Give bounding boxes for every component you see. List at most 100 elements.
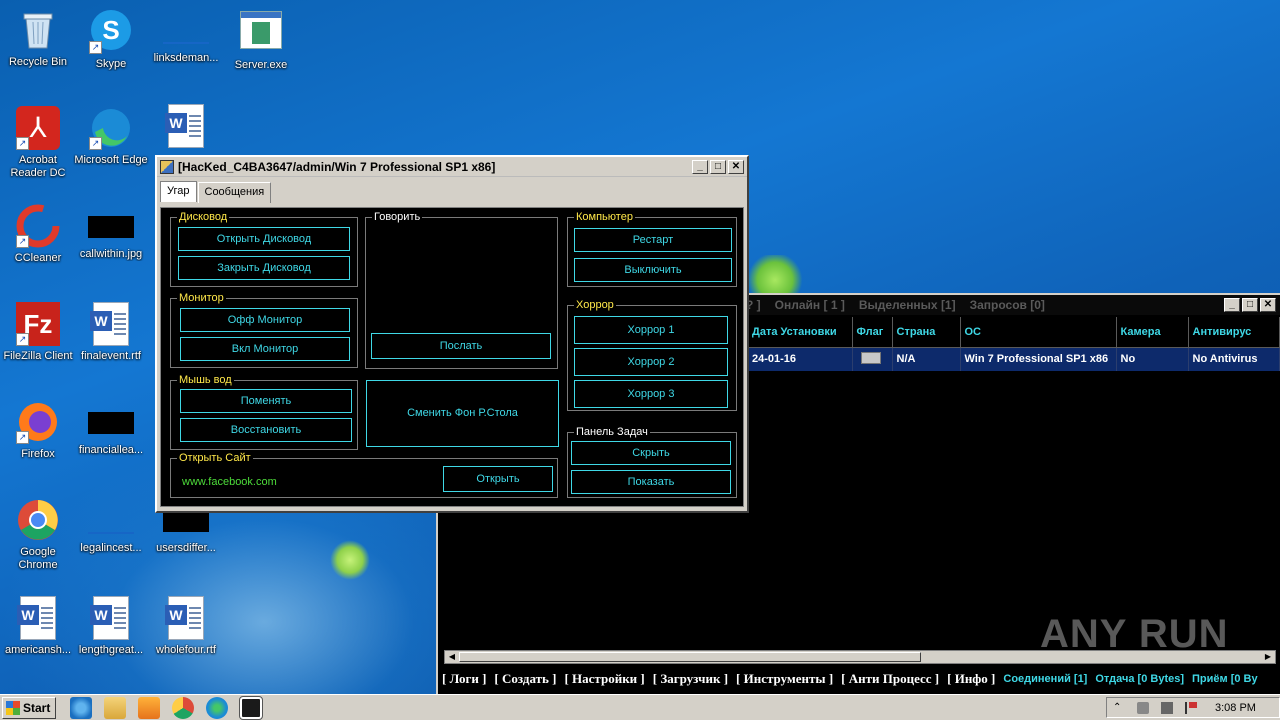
cell-antivirus: No Antivirus — [1188, 347, 1280, 371]
minimize-button[interactable]: _ — [692, 159, 708, 174]
column-header-flag[interactable]: Флаг — [852, 317, 893, 348]
menu-settings[interactable]: [ Настройки ] — [564, 671, 644, 687]
desktop-icon-filezilla[interactable]: Fz ↗ FileZilla Client — [0, 302, 76, 363]
monitor-on-button[interactable]: Вкл Монитор — [180, 337, 350, 361]
menu-logs[interactable]: [ Логи ] — [442, 671, 486, 687]
group-speak: Говорить Послать — [365, 210, 558, 369]
file-thumbnail — [163, 42, 209, 44]
redacted-thumbnail — [163, 510, 209, 532]
open-site-button[interactable]: Открыть — [443, 466, 553, 492]
menu-create[interactable]: [ Создать ] — [494, 671, 556, 687]
column-header-country[interactable]: Страна — [892, 317, 961, 348]
firefox-icon: ↗ — [16, 400, 60, 444]
send-speech-button[interactable]: Послать — [371, 333, 551, 359]
scroll-right-icon[interactable]: ▶ — [1261, 651, 1275, 663]
menu-tools[interactable]: [ Инструменты ] — [736, 671, 833, 687]
group-computer: Компьютер Рестарт Выключить — [567, 210, 737, 287]
njrat-taskbar-icon[interactable] — [239, 695, 263, 720]
network-icon[interactable] — [1161, 701, 1173, 714]
hide-taskbar-button[interactable]: Скрыть — [571, 441, 731, 465]
tab-ugar[interactable]: Угар — [160, 181, 197, 202]
recycle-bin-icon — [16, 8, 60, 52]
windows-logo-icon — [6, 700, 20, 715]
shutdown-button[interactable]: Выключить — [574, 258, 732, 282]
desktop-icon-callwithin[interactable]: callwithin.jpg — [73, 204, 149, 261]
close-button[interactable]: ✕ — [1260, 298, 1276, 312]
column-header-camera[interactable]: Камера — [1116, 317, 1189, 348]
desktop-icon-lengthgreat[interactable]: W lengthgreat... — [73, 596, 149, 657]
menu-info[interactable]: [ Инфо ] — [947, 671, 995, 687]
desktop-icon-skype[interactable]: S ↗ Skype — [73, 8, 149, 71]
edge-taskbar-icon[interactable] — [206, 696, 228, 719]
column-header-os[interactable]: ОС — [960, 317, 1117, 348]
desktop-icon-chrome[interactable]: Google Chrome — [0, 498, 76, 572]
desktop-icon-recycle-bin[interactable]: Recycle Bin — [0, 8, 76, 69]
column-header-install-date[interactable]: Дата Установки — [748, 317, 853, 348]
cell-os: Win 7 Professional SP1 x86 — [960, 347, 1117, 371]
show-taskbar-button[interactable]: Показать — [571, 470, 731, 494]
media-player-icon[interactable] — [138, 696, 160, 719]
cell-flag — [852, 347, 893, 371]
desktop-icon-americansh[interactable]: W americansh... — [0, 596, 76, 657]
open-drive-button[interactable]: Открыть Дисковод — [178, 227, 350, 251]
chrome-taskbar-icon[interactable] — [172, 696, 194, 719]
menu-loader[interactable]: [ Загрузчик ] — [653, 671, 728, 687]
edge-icon: ↗ — [89, 106, 133, 150]
desktop-icon-edge[interactable]: ↗ Microsoft Edge — [73, 106, 149, 167]
system-tray: ⌃ 3:08 PM — [1106, 697, 1280, 718]
show-hidden-icons-icon[interactable]: ⌃ — [1113, 702, 1125, 714]
maximize-button[interactable]: □ — [710, 159, 726, 174]
cell-country: N/A — [892, 347, 961, 371]
group-taskbar: Панель Задач Скрыть Показать — [567, 425, 737, 498]
scroll-left-icon[interactable]: ◀ — [445, 651, 459, 663]
restart-button[interactable]: Рестарт — [574, 228, 732, 252]
download-count: Приём [0 By — [1192, 673, 1258, 685]
group-open-site: Открыть Сайт www.facebook.com Открыть — [170, 451, 558, 498]
chrome-icon — [16, 498, 60, 542]
start-button[interactable]: Start — [2, 696, 56, 719]
desktop-icon-linksdeman[interactable]: linksdeman... — [148, 8, 224, 65]
horror-2-button[interactable]: Хоррор 2 — [574, 348, 728, 376]
window-titlebar[interactable]: [HacKed_C4BA3647/admin/Win 7 Professiona… — [157, 157, 747, 177]
control-window: [HacKed_C4BA3647/admin/Win 7 Professiona… — [155, 155, 749, 513]
desktop-icon-ccleaner[interactable]: ↗ CCleaner — [0, 204, 76, 265]
app-icon — [160, 159, 174, 174]
desktop-icon-legalincest[interactable]: legalincest... — [73, 498, 149, 555]
desktop-icon-wholefour[interactable]: W wholefour.rtf — [148, 596, 224, 657]
clock[interactable]: 3:08 PM — [1215, 702, 1256, 714]
unknown-flag-icon — [860, 351, 881, 364]
scroll-thumb[interactable] — [459, 652, 921, 662]
desktop-icon-word-doc[interactable]: W — [148, 104, 224, 152]
change-wallpaper-button[interactable]: Сменить Фон Р.Стола — [366, 380, 559, 447]
executable-icon — [239, 11, 283, 55]
table-row[interactable]: 24-01-16 N/A Win 7 Professional SP1 x86 … — [748, 347, 1280, 371]
connections-count: Соединений [1] — [1003, 673, 1088, 685]
desktop-icon-firefox[interactable]: ↗ Firefox — [0, 400, 76, 461]
file-thumbnail — [88, 532, 134, 534]
requests-count: Запросов [0] — [969, 298, 1045, 312]
desktop-icon-acrobat[interactable]: ⅄ ↗ Acrobat Reader DC — [0, 106, 76, 180]
column-header-antivirus[interactable]: Антивирус — [1188, 317, 1280, 348]
desktop-icon-finalevent[interactable]: W finalevent.rtf — [73, 302, 149, 363]
restore-mouse-button[interactable]: Восстановить — [180, 418, 352, 442]
close-button[interactable]: ✕ — [728, 159, 744, 174]
volume-icon[interactable] — [1137, 701, 1149, 714]
site-url-field[interactable]: www.facebook.com — [182, 476, 277, 488]
desktop-icon-financiallea[interactable]: financiallea... — [73, 400, 149, 457]
word-document-icon: W — [164, 596, 208, 640]
swap-mouse-button[interactable]: Поменять — [180, 389, 352, 413]
word-document-icon: W — [164, 104, 208, 148]
tab-messages[interactable]: Сообщения — [197, 182, 272, 203]
horror-1-button[interactable]: Хоррор 1 — [574, 316, 728, 344]
desktop-icon-server-exe[interactable]: Server.exe — [223, 8, 299, 72]
file-explorer-icon[interactable] — [104, 696, 126, 719]
minimize-button[interactable]: _ — [1224, 298, 1240, 312]
monitor-off-button[interactable]: Офф Монитор — [180, 308, 350, 332]
horror-3-button[interactable]: Хоррор 3 — [574, 380, 728, 408]
menu-anti-process[interactable]: [ Анти Процесс ] — [841, 671, 939, 687]
action-center-flag-icon[interactable] — [1185, 701, 1197, 714]
maximize-button[interactable]: □ — [1242, 298, 1258, 312]
watermark: ANY RUN — [1040, 612, 1229, 656]
internet-explorer-icon[interactable] — [70, 696, 92, 719]
close-drive-button[interactable]: Закрыть Дисковод — [178, 256, 350, 280]
